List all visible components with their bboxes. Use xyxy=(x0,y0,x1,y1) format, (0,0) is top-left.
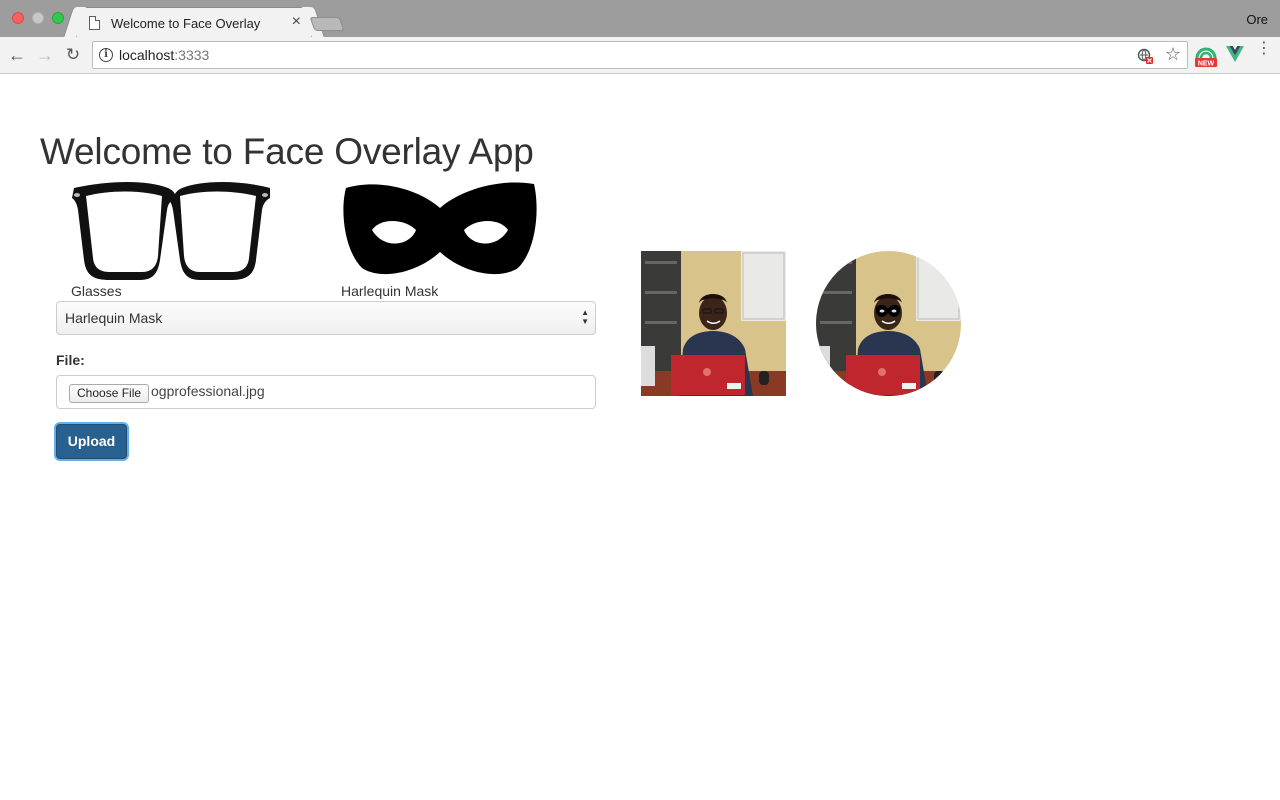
window-maximize-button[interactable] xyxy=(52,12,64,24)
document-icon xyxy=(89,16,100,30)
back-arrow-icon[interactable]: ← xyxy=(6,44,28,66)
url-port: :3333 xyxy=(174,47,210,63)
info-icon[interactable]: i xyxy=(99,48,113,62)
reload-icon[interactable]: ↻ xyxy=(62,44,84,66)
upload-button[interactable]: Upload xyxy=(56,424,127,459)
address-bar[interactable]: i localhost:3333 ☆ xyxy=(92,41,1188,69)
forward-arrow-icon[interactable]: → xyxy=(34,44,56,66)
browser-tab-active[interactable]: Welcome to Face Overlay × xyxy=(76,7,312,38)
url-text[interactable]: localhost:3333 xyxy=(119,47,209,63)
browser-toolbar: ← → ↻ i localhost:3333 ☆ NEW ⋮ xyxy=(0,37,1280,74)
profile-name[interactable]: Ore xyxy=(1246,12,1268,27)
page-content: Welcome to Face Overlay App Glasses Harl… xyxy=(0,74,1280,800)
original-photo xyxy=(641,251,786,396)
tab-close-icon[interactable]: × xyxy=(292,13,301,31)
translate-blocked-icon[interactable] xyxy=(1137,48,1153,64)
window-minimize-button[interactable] xyxy=(32,12,44,24)
overlay-result-photo xyxy=(816,251,961,396)
overlay-label-harlequin-mask: Harlequin Mask xyxy=(341,283,439,299)
bookmark-star-icon[interactable]: ☆ xyxy=(1165,44,1181,65)
glasses-icon[interactable] xyxy=(70,180,272,282)
overlay-select[interactable]: Harlequin Mask ▲ ▼ xyxy=(56,301,596,335)
harlequin-mask-icon[interactable] xyxy=(340,180,540,278)
extension-new-icon[interactable]: NEW xyxy=(1194,44,1218,68)
new-tab-button[interactable] xyxy=(309,17,345,31)
overlay-option-harlequin-mask[interactable]: Harlequin Mask xyxy=(340,180,540,300)
overlay-label-glasses: Glasses xyxy=(71,283,122,299)
file-label: File: xyxy=(56,352,85,368)
browser-menu-icon[interactable]: ⋮ xyxy=(1256,41,1272,57)
window-close-button[interactable] xyxy=(12,12,24,24)
select-arrows-icon: ▲ ▼ xyxy=(581,308,589,326)
overlay-select-value: Harlequin Mask xyxy=(65,310,163,326)
browser-title-bar: Welcome to Face Overlay × Ore xyxy=(0,0,1280,38)
extension-badge-text: NEW xyxy=(1198,61,1215,68)
choose-file-button[interactable]: Choose File xyxy=(69,384,150,403)
tab-title: Welcome to Face Overlay xyxy=(111,16,261,31)
page-title: Welcome to Face Overlay App xyxy=(40,131,534,172)
vue-devtools-icon[interactable] xyxy=(1226,45,1244,63)
url-host: localhost xyxy=(119,47,175,63)
overlay-option-glasses[interactable]: Glasses xyxy=(70,180,272,300)
file-input[interactable]: Choose File ogprofessional.jpg xyxy=(56,375,596,409)
selected-file-name: ogprofessional.jpg xyxy=(151,383,265,399)
